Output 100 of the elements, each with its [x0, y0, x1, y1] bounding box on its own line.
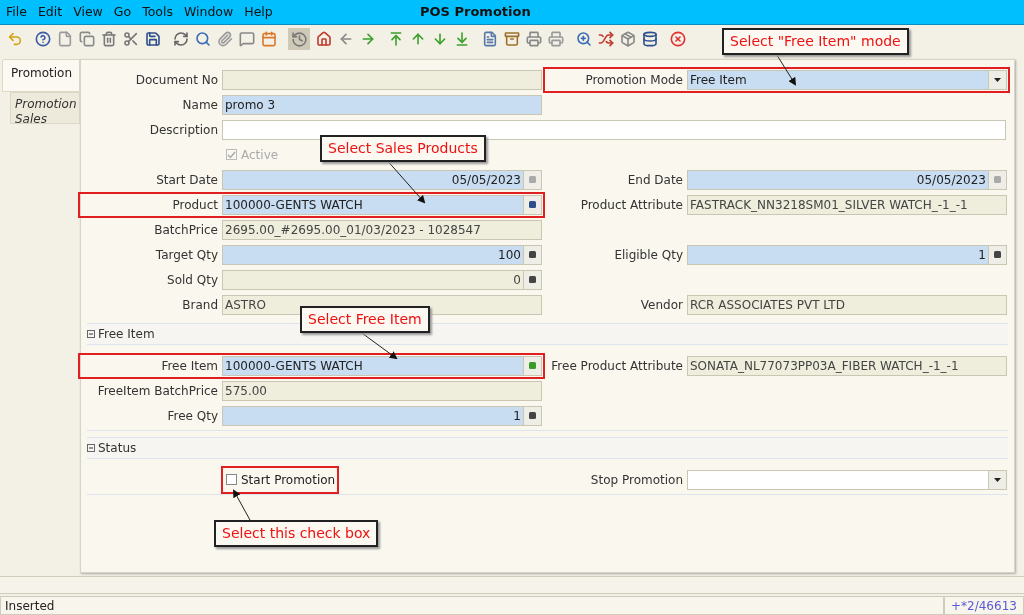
field-label: Free Item	[160, 357, 219, 375]
square-icon	[994, 251, 1001, 258]
callout-tooltip: Select "Free Item" mode	[722, 28, 909, 55]
close-icon[interactable]	[669, 30, 686, 48]
search-icon[interactable]	[194, 30, 211, 48]
input-field[interactable]: 0	[222, 269, 542, 290]
field-label: Product	[171, 196, 219, 214]
calculator-button[interactable]	[988, 245, 1006, 264]
field-label: FreeItem BatchPrice	[96, 382, 219, 400]
caret-icon	[994, 477, 1001, 482]
menu-item[interactable]: Edit	[37, 2, 63, 22]
history-button[interactable]	[288, 28, 310, 50]
menu-item[interactable]: Help	[244, 2, 273, 22]
section-title: Free Item	[98, 326, 155, 343]
input-field[interactable]: SONATA_NL77073PP03A_FIBER WATCH_-1_-1	[687, 355, 1007, 376]
help-icon[interactable]	[34, 30, 51, 48]
calculator-button[interactable]	[523, 245, 541, 264]
lookup-button[interactable]	[523, 195, 541, 214]
square-icon	[529, 251, 536, 258]
menu-item[interactable]: Go	[113, 2, 132, 22]
menu-item[interactable]: File	[6, 2, 27, 22]
field-label: Name	[181, 96, 219, 114]
lookup-button[interactable]	[523, 356, 541, 375]
input-field[interactable]: 05/05/2023	[222, 169, 542, 190]
document-icon[interactable]	[56, 30, 73, 48]
check-icon	[227, 150, 236, 159]
square-icon	[529, 412, 536, 419]
field-label: Free Qty	[166, 407, 219, 425]
input-field[interactable]: 1	[687, 244, 1007, 265]
pointer-arrow	[233, 489, 251, 521]
home-icon[interactable]	[315, 30, 332, 48]
field-label: Promotion Mode	[584, 71, 684, 89]
menu-item[interactable]: Window	[183, 2, 234, 22]
record-indicator: +*2/46613	[944, 596, 1024, 615]
zoom-icon[interactable]	[575, 30, 592, 48]
input-field[interactable]: 100	[222, 244, 542, 265]
save-icon[interactable]	[144, 30, 161, 48]
calculator-button[interactable]	[523, 270, 541, 289]
trash-icon[interactable]	[100, 30, 117, 48]
field-label: Stop Promotion	[589, 471, 684, 489]
input-field[interactable]: RCR ASSOCIATES PVT LTD	[687, 294, 1007, 315]
calculator-button[interactable]	[523, 406, 541, 425]
database-icon[interactable]	[641, 30, 658, 48]
square-icon	[529, 276, 536, 283]
calendar-button[interactable]	[523, 170, 541, 189]
checkbox-label: Active	[241, 146, 279, 164]
menu-item[interactable]: View	[73, 2, 103, 22]
callout-tooltip: Select this check box	[214, 520, 379, 547]
field-label: Description	[148, 121, 219, 139]
square-icon	[529, 176, 536, 183]
archive-icon[interactable]	[503, 30, 520, 48]
input-field[interactable]: 100000-GENTS WATCH	[222, 194, 542, 215]
input-field[interactable]	[222, 119, 1006, 140]
dropdown-button[interactable]	[988, 70, 1006, 89]
calendar-button[interactable]	[988, 170, 1006, 189]
tab[interactable]: Promotion	[2, 59, 80, 92]
dropdown-field[interactable]	[687, 469, 1007, 490]
square-icon	[994, 176, 1001, 183]
input-field[interactable]: 575.00	[222, 380, 542, 401]
checkbox-label: Start Promotion	[241, 471, 336, 489]
calendar-icon[interactable]	[260, 30, 277, 48]
tab[interactable]: Promotion Sales	[10, 92, 80, 124]
collapse-icon[interactable]	[87, 444, 95, 452]
field-label: Vendor	[639, 296, 684, 314]
dropdown-button[interactable]	[988, 470, 1006, 489]
field-label: Sold Qty	[166, 271, 219, 289]
chat-icon[interactable]	[238, 30, 255, 48]
status-message: Inserted	[0, 596, 944, 615]
field-label: Eligible Qty	[613, 246, 684, 264]
field-label: Start Date	[155, 171, 219, 189]
window-title: POS Promotion	[420, 3, 531, 22]
menu-item[interactable]: Tools	[142, 2, 173, 22]
input-field[interactable]: 05/05/2023	[687, 169, 1007, 190]
dropdown-field[interactable]: Free Item	[687, 69, 1007, 90]
paperclip-icon[interactable]	[216, 30, 233, 48]
package-icon[interactable]	[619, 30, 636, 48]
input-field[interactable]	[222, 69, 542, 90]
square-icon	[529, 201, 536, 208]
input-field[interactable]: 2695.00_#2695.00_01/03/2023 - 1028547	[222, 219, 542, 240]
printer-icon[interactable]	[525, 30, 542, 48]
input-field[interactable]: FASTRACK_NN3218SM01_SILVER WATCH_-1_-1	[687, 194, 1007, 215]
input-field[interactable]: promo 3	[222, 94, 542, 115]
refresh-icon[interactable]	[172, 30, 189, 48]
field-label: Target Qty	[154, 246, 219, 264]
copy-icon[interactable]	[78, 30, 95, 48]
report-icon[interactable]	[481, 30, 498, 48]
section-header[interactable]: Free Item	[87, 323, 1008, 345]
field-label: Document No	[134, 71, 219, 89]
undo-icon[interactable]	[6, 30, 23, 48]
printer-icon[interactable]	[547, 30, 564, 48]
checkbox[interactable]	[226, 474, 237, 485]
section-header[interactable]: Status	[87, 437, 1008, 459]
scissors-icon[interactable]	[122, 30, 139, 48]
field-label: End Date	[626, 171, 684, 189]
section-title: Status	[98, 440, 137, 457]
input-field[interactable]: 100000-GENTS WATCH	[222, 355, 542, 376]
field-label: BatchPrice	[153, 221, 219, 239]
history-icon	[290, 30, 308, 48]
input-field[interactable]: 1	[222, 405, 542, 426]
collapse-icon[interactable]	[87, 330, 95, 338]
